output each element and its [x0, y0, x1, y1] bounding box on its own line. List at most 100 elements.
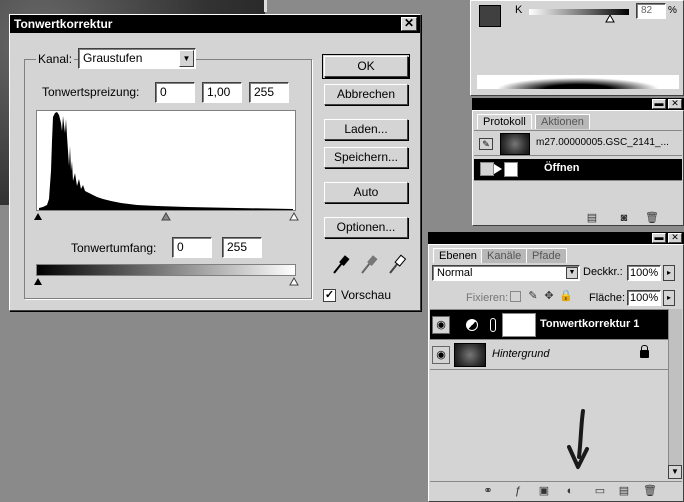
- new-adjustment-layer-icon[interactable]: ◐: [563, 485, 577, 497]
- color-ramp[interactable]: [477, 75, 679, 89]
- chevron-down-icon[interactable]: ▼: [566, 267, 578, 279]
- layer-mask-thumbnail[interactable]: [502, 313, 536, 337]
- adjustment-layer-icon: [466, 319, 478, 331]
- eye-icon[interactable]: ◉: [432, 316, 450, 334]
- input-slider[interactable]: [32, 212, 302, 222]
- history-state-marker-icon: [494, 164, 502, 174]
- trash-icon[interactable]: 🗑: [645, 212, 659, 224]
- lock-transparent-icon[interactable]: [510, 291, 521, 302]
- tab-protokoll[interactable]: Protokoll: [477, 114, 532, 129]
- fill-field[interactable]: 100%: [627, 290, 661, 306]
- input-levels-label: Tonwertspreizung:: [42, 85, 140, 99]
- history-step-row[interactable]: Öffnen: [474, 159, 682, 181]
- blend-mode-select[interactable]: Normal ▼: [432, 265, 580, 281]
- lock-label: Fixieren:: [466, 292, 509, 304]
- input-white-field[interactable]: 255: [249, 82, 289, 103]
- minimize-layers-button[interactable]: ▬: [652, 233, 666, 243]
- layer-row-adjustment[interactable]: ◉ Tonwertkorrektur 1: [430, 310, 668, 340]
- input-black-handle[interactable]: [34, 213, 42, 220]
- layer-mask-icon[interactable]: ▣: [537, 485, 551, 497]
- levels-dialog: Tonwertkorrektur ✕ Kanal: Graustufen ▼ T…: [9, 14, 421, 311]
- eyedroppers: [333, 254, 407, 274]
- history-brush-icon[interactable]: ✎: [479, 138, 493, 150]
- output-white-handle[interactable]: [289, 277, 299, 286]
- channel-select[interactable]: Graustufen ▼: [78, 48, 196, 69]
- lock-move-icon[interactable]: ✥: [542, 290, 556, 302]
- layer-row-background[interactable]: ◉ Hintergrund: [430, 340, 668, 370]
- layers-scrollbar[interactable]: [668, 309, 682, 479]
- close-history-button[interactable]: ✕: [668, 99, 682, 109]
- fill-slider-arrow-icon[interactable]: ▸: [663, 290, 675, 306]
- output-black-handle[interactable]: [34, 278, 42, 285]
- input-gamma-handle[interactable]: [161, 212, 171, 221]
- lock-all-icon[interactable]: 🔒: [559, 290, 573, 302]
- preview-checkbox[interactable]: ✓: [323, 289, 336, 302]
- black-eyedropper-icon[interactable]: [333, 255, 350, 274]
- gray-eyedropper-icon[interactable]: [361, 255, 378, 274]
- close-icon: ✕: [403, 16, 415, 30]
- dialog-title: Tonwertkorrektur: [14, 17, 113, 31]
- chevron-down-icon[interactable]: ▼: [179, 50, 194, 67]
- new-layer-icon[interactable]: ▤: [617, 485, 631, 497]
- dialog-titlebar[interactable]: Tonwertkorrektur: [10, 15, 420, 33]
- auto-button[interactable]: Auto: [324, 182, 408, 203]
- opacity-field[interactable]: 100%: [627, 265, 661, 281]
- layer-style-icon[interactable]: ƒ: [511, 485, 525, 497]
- percent-label: %: [668, 5, 677, 16]
- tab-kanaele[interactable]: Kanäle: [481, 248, 528, 263]
- ok-button[interactable]: OK: [322, 54, 410, 79]
- close-layers-button[interactable]: ✕: [668, 233, 682, 243]
- histogram: [36, 110, 296, 211]
- layers-panel-titlebar[interactable]: [428, 232, 684, 244]
- history-snapshot-row[interactable]: ✎ m27.00000005.GSC_2141_...: [474, 130, 682, 156]
- opacity-label: Deckkr.:: [583, 266, 623, 278]
- hand-drawn-arrow: [567, 409, 589, 469]
- fill-label: Fläche:: [589, 292, 626, 304]
- options-button[interactable]: Optionen...: [324, 217, 408, 238]
- open-document-icon: [504, 162, 518, 177]
- k-slider-handle[interactable]: [605, 15, 615, 23]
- output-white-field[interactable]: 255: [222, 237, 262, 258]
- eye-icon[interactable]: ◉: [432, 346, 450, 364]
- new-document-from-state-icon[interactable]: ▤: [585, 212, 599, 224]
- tab-aktionen[interactable]: Aktionen: [535, 114, 590, 129]
- layer-name: Hintergrund: [492, 348, 550, 360]
- input-gamma-field[interactable]: 1,00: [202, 82, 242, 103]
- output-black-field[interactable]: 0: [172, 237, 212, 258]
- scroll-down-arrow-icon[interactable]: ▼: [668, 465, 682, 479]
- layer-name: Tonwertkorrektur 1: [540, 318, 640, 330]
- save-button[interactable]: Speichern...: [324, 147, 408, 168]
- preview-label[interactable]: Vorschau: [341, 288, 391, 302]
- minimize-history-button[interactable]: ▬: [652, 99, 666, 109]
- history-state-checkbox[interactable]: [480, 162, 494, 176]
- tab-pfade[interactable]: Pfade: [526, 248, 567, 263]
- channel-letter: K: [515, 4, 523, 16]
- link-layers-icon[interactable]: ⚭: [481, 485, 495, 497]
- input-black-field[interactable]: 0: [155, 82, 195, 103]
- color-panel: K 82 %: [470, 0, 684, 96]
- link-icon: [490, 318, 496, 332]
- tab-ebenen[interactable]: Ebenen: [433, 248, 483, 263]
- canvas-border: [264, 0, 267, 12]
- output-slider[interactable]: [32, 277, 302, 287]
- white-eyedropper-icon[interactable]: [389, 254, 407, 274]
- input-white-handle[interactable]: [289, 212, 299, 221]
- channel-label: Kanal:: [36, 52, 75, 66]
- load-button[interactable]: Laden...: [324, 119, 408, 140]
- opacity-slider-arrow-icon[interactable]: ▸: [663, 265, 675, 281]
- snapshot-camera-icon[interactable]: ◙: [617, 212, 631, 224]
- layers-panel: Ebenen Kanäle Pfade Normal ▼ Deckkr.: 10…: [428, 244, 684, 502]
- cancel-button[interactable]: Abbrechen: [324, 84, 408, 105]
- k-value-field[interactable]: 82: [636, 3, 666, 19]
- close-button[interactable]: ✕: [401, 17, 417, 31]
- lock-paint-brush-icon[interactable]: ✎: [526, 290, 540, 302]
- snapshot-thumbnail: [500, 133, 530, 155]
- history-step-name: Öffnen: [544, 162, 580, 174]
- output-gradient: [36, 264, 296, 276]
- layer-thumbnail: [454, 343, 486, 367]
- snapshot-name: m27.00000005.GSC_2141_...: [536, 137, 669, 148]
- foreground-color-swatch[interactable]: [479, 5, 501, 27]
- lock-shackle: [641, 345, 648, 352]
- new-group-icon[interactable]: ▭: [593, 485, 607, 497]
- delete-layer-icon[interactable]: 🗑: [643, 485, 657, 497]
